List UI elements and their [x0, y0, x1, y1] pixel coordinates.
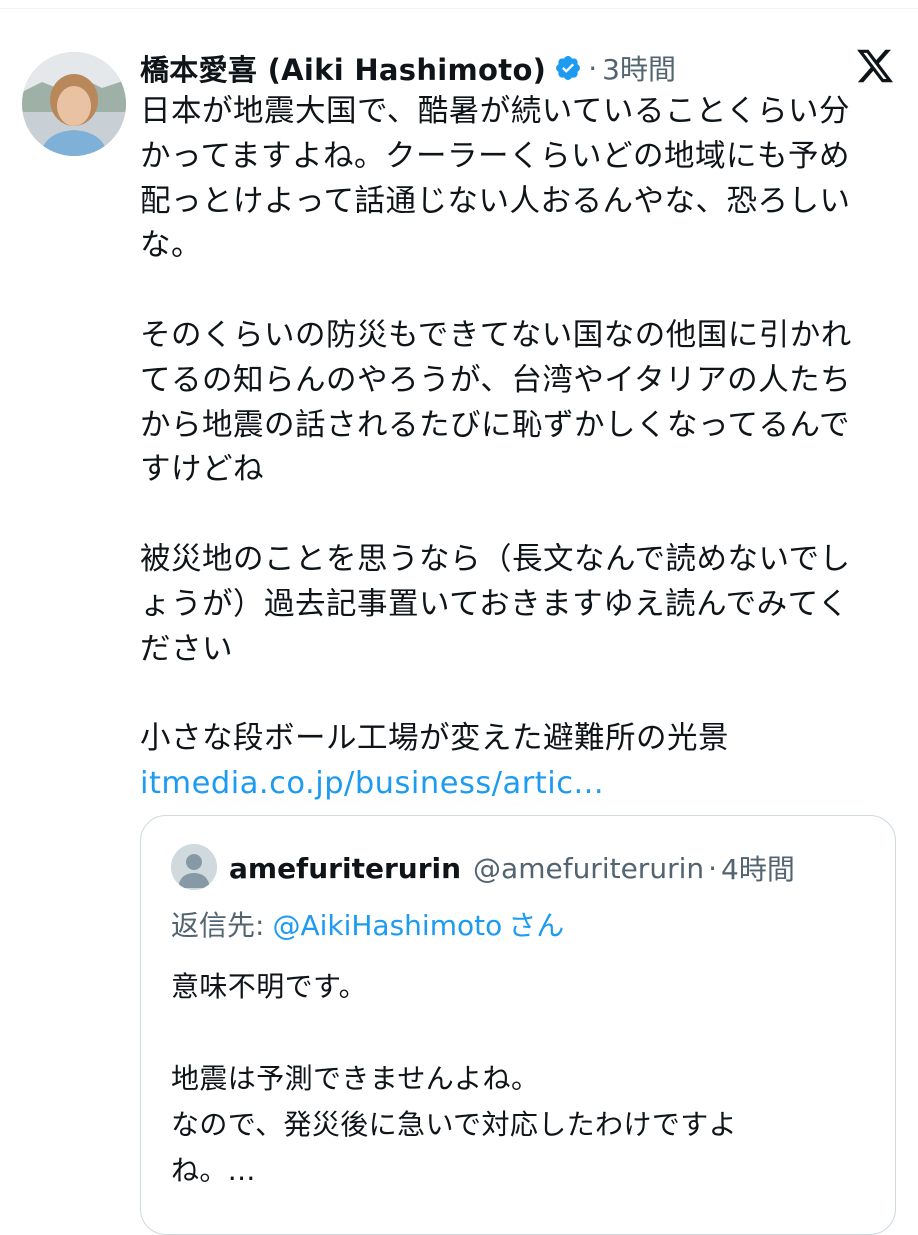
quoted-display-name[interactable]: amefuriterurin — [229, 852, 461, 885]
separator-dot: · — [708, 851, 718, 885]
quoted-line: ね。... — [171, 1154, 256, 1187]
tweet-line: 小さな段ボール工場が変えた避難所の光景 — [140, 721, 729, 757]
quoted-tweet-header: amefuriterurin @amefuriterurin · 4時間 — [229, 846, 795, 890]
quoted-line: なので、発災後に急いで対応したわけですよ — [171, 1108, 738, 1141]
tweet-line: から地震の話されるたびに恥ずかしくなってるんで — [140, 407, 850, 443]
top-divider — [0, 8, 918, 9]
separator-dot: · — [588, 51, 598, 85]
quoted-handle[interactable]: @amefuriterurin — [473, 852, 704, 885]
quoted-line: 地震は予測できませんよね。 — [171, 1062, 540, 1095]
verified-badge-icon — [554, 54, 582, 82]
tweet-header: 橋本愛喜 (Aiki Hashimoto) · 3時間 — [140, 44, 676, 92]
quoted-line: 意味不明です。 — [171, 970, 368, 1003]
author-avatar[interactable] — [22, 52, 126, 156]
x-logo-icon[interactable] — [854, 46, 896, 86]
tweet-line: ょうが）過去記事置いておきますゆえ読んでみてく — [140, 586, 849, 622]
article-link[interactable]: itmedia.co.jp/business/artic... — [140, 762, 890, 807]
reply-to-mention[interactable]: @AikiHashimoto — [272, 909, 502, 942]
tweet-text: 日本が地震大国で、酷暑が続いていることくらい分 かってますよね。クーラーくらいど… — [140, 90, 890, 807]
reply-to-label: 返信先: — [171, 909, 265, 942]
tweet-line: 配っとけよって話通じない人おるんやな、恐ろしい — [140, 183, 851, 219]
tweet-line: てるの知らんのやろうが、台湾やイタリアの人たち — [140, 362, 852, 398]
default-avatar-icon[interactable] — [171, 844, 217, 890]
author-display-name[interactable]: 橋本愛喜 (Aiki Hashimoto) — [140, 47, 546, 89]
tweet-line: すけどね — [140, 452, 264, 488]
reply-to-line: 返信先: @AikiHashimoto さん — [171, 904, 564, 948]
author-avatar-image — [22, 52, 126, 156]
quoted-tweet-card[interactable]: amefuriterurin @amefuriterurin · 4時間 返信先… — [140, 815, 896, 1235]
tweet-line: 被災地のことを思うなら（長文なんで読めないでし — [140, 541, 851, 577]
reply-to-suffix: さん — [508, 909, 565, 942]
quoted-timestamp[interactable]: 4時間 — [721, 848, 795, 888]
tweet-line: ださい — [140, 631, 233, 667]
tweet-line: かってますよね。クーラーくらいどの地域にも予め — [140, 138, 850, 174]
tweet-line: 日本が地震大国で、酷暑が続いていることくらい分 — [140, 94, 850, 129]
tweet-line: そのくらいの防災もできてない国なの他国に引かれ — [140, 317, 852, 353]
quoted-tweet-text: 意味不明です。 地震は予測できませんよね。 なので、発災後に急いで対応したわけで… — [171, 964, 871, 1194]
tweet-line: な。 — [140, 228, 202, 264]
tweet-timestamp[interactable]: 3時間 — [602, 48, 676, 88]
